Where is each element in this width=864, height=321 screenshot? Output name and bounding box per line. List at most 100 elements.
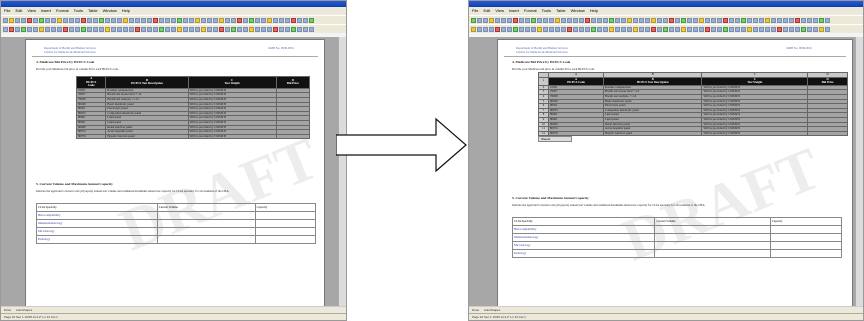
toolbar-button-icon[interactable] (651, 26, 656, 32)
toolbar-button-icon[interactable] (255, 17, 260, 23)
toolbar-button-icon[interactable] (303, 17, 308, 23)
toolbar-button-icon[interactable] (27, 26, 32, 32)
toolbar-button-icon[interactable] (189, 26, 194, 32)
toolbar-button-icon[interactable] (699, 17, 704, 23)
toolbar-button-icon[interactable] (687, 26, 692, 32)
embedded-spreadsheet[interactable]: ABCD 1A HCPCS Code B HCPCS Test Descripti… (538, 72, 848, 143)
toolbar-button-icon[interactable] (213, 17, 218, 23)
toolbar-button-icon[interactable] (33, 17, 38, 23)
toolbar-button-icon[interactable] (795, 17, 800, 23)
table-row[interactable]: Histocompatibility (511, 225, 843, 234)
toolbar-button-icon[interactable] (171, 26, 176, 32)
toolbar-button-icon[interactable] (525, 17, 530, 23)
toolbar-button-icon[interactable] (693, 17, 698, 23)
toolbar-button-icon[interactable] (507, 17, 512, 23)
toolbar-button-icon[interactable] (69, 26, 74, 32)
toolbar-button-icon[interactable] (639, 26, 644, 32)
toolbar-button-icon[interactable] (585, 17, 590, 23)
menu-item-tools[interactable]: Tools (542, 8, 551, 13)
toolbar-button-icon[interactable] (63, 26, 68, 32)
toolbar-button-icon[interactable] (159, 17, 164, 23)
toolbar-button-icon[interactable] (207, 26, 212, 32)
toolbar-button-icon[interactable] (603, 26, 608, 32)
toolbar-button-icon[interactable] (807, 17, 812, 23)
toolbar-button-icon[interactable] (519, 26, 524, 32)
current-volume-cell[interactable] (156, 227, 256, 236)
toolbar-button-icon[interactable] (675, 17, 680, 23)
toolbar-button-icon[interactable] (225, 17, 230, 23)
draw-menu[interactable]: Draw (472, 308, 479, 312)
menu-item-view[interactable]: View (27, 8, 36, 13)
toolbar-button-icon[interactable] (771, 26, 776, 32)
toolbar-button-icon[interactable] (645, 17, 650, 23)
toolbar-button-icon[interactable] (135, 26, 140, 32)
toolbar-button-icon[interactable] (723, 26, 728, 32)
toolbar-button-icon[interactable] (207, 17, 212, 23)
menu-item-format[interactable]: Format (524, 8, 537, 13)
capacity-cell[interactable] (769, 249, 843, 258)
menu-item-window[interactable]: Window (103, 8, 117, 13)
toolbar-button-icon[interactable] (123, 26, 128, 32)
toolbar-button-icon[interactable] (273, 17, 278, 23)
toolbar-button-icon[interactable] (549, 17, 554, 23)
toolbar-button-icon[interactable] (147, 17, 152, 23)
toolbar-button-icon[interactable] (279, 17, 284, 23)
toolbar-button-icon[interactable] (669, 26, 674, 32)
toolbar-button-icon[interactable] (747, 26, 752, 32)
menu-item-table[interactable]: Table (556, 8, 566, 13)
toolbar-button-icon[interactable] (801, 26, 806, 32)
toolbar-button-icon[interactable] (543, 26, 548, 32)
toolbar-button-icon[interactable] (567, 26, 572, 32)
menu-item-edit[interactable]: Edit (483, 8, 490, 13)
toolbar-button-icon[interactable] (129, 26, 134, 32)
toolbar-button-icon[interactable] (813, 17, 818, 23)
toolbar-button-icon[interactable] (291, 17, 296, 23)
capacity-table[interactable]: CLIA Specialty Current Volume Capacity His… (511, 217, 843, 258)
menu-item-file[interactable]: File (472, 8, 478, 13)
toolbar-button-icon[interactable] (237, 26, 242, 32)
toolbar-button-icon[interactable] (615, 26, 620, 32)
toolbar-button-icon[interactable] (225, 26, 230, 32)
toolbar-button-icon[interactable] (789, 26, 794, 32)
toolbar-button-icon[interactable] (213, 26, 218, 32)
toolbar-button-icon[interactable] (573, 17, 578, 23)
toolbar-button-icon[interactable] (45, 17, 50, 23)
toolbar-button-icon[interactable] (597, 17, 602, 23)
draw-menu[interactable]: Draw (4, 308, 11, 312)
toolbar-button-icon[interactable] (249, 26, 254, 32)
capacity-cell[interactable] (254, 227, 317, 236)
toolbar-button-icon[interactable] (789, 17, 794, 23)
toolbar-button-icon[interactable] (183, 26, 188, 32)
toolbar-button-icon[interactable] (51, 26, 56, 32)
toolbar-button-icon[interactable] (177, 17, 182, 23)
toolbar-button-icon[interactable] (633, 17, 638, 23)
toolbar-button-icon[interactable] (681, 26, 686, 32)
toolbar-button-icon[interactable] (93, 17, 98, 23)
toolbar-button-icon[interactable] (123, 17, 128, 23)
toolbar-button-icon[interactable] (15, 26, 20, 32)
toolbar-button-icon[interactable] (705, 17, 710, 23)
table-row[interactable]: Microbiology (511, 241, 843, 250)
toolbar-button-icon[interactable] (537, 17, 542, 23)
toolbar-button-icon[interactable] (597, 26, 602, 32)
toolbar-button-icon[interactable] (657, 26, 662, 32)
current-volume-cell[interactable] (654, 241, 771, 250)
toolbar-button-icon[interactable] (483, 26, 488, 32)
toolbar-button-icon[interactable] (231, 26, 236, 32)
menu-item-insert[interactable]: Insert (41, 8, 51, 13)
toolbar-button-icon[interactable] (189, 17, 194, 23)
toolbar-button-icon[interactable] (819, 17, 824, 23)
toolbar-button-icon[interactable] (711, 17, 716, 23)
menu-item-edit[interactable]: Edit (15, 8, 22, 13)
menu-item-help[interactable]: Help (590, 8, 598, 13)
toolbar-button-icon[interactable] (483, 17, 488, 23)
toolbar-button-icon[interactable] (303, 26, 308, 32)
current-volume-cell[interactable] (156, 235, 256, 244)
toolbar-button-icon[interactable] (297, 26, 302, 32)
toolbar-button-icon[interactable] (219, 17, 224, 23)
sheet-tab[interactable]: Sheet1 (538, 136, 572, 143)
toolbar-button-icon[interactable] (561, 26, 566, 32)
vertical-scrollbar[interactable] (855, 37, 863, 307)
toolbar-button-icon[interactable] (741, 26, 746, 32)
table-row[interactable]: Pathology (511, 249, 843, 258)
